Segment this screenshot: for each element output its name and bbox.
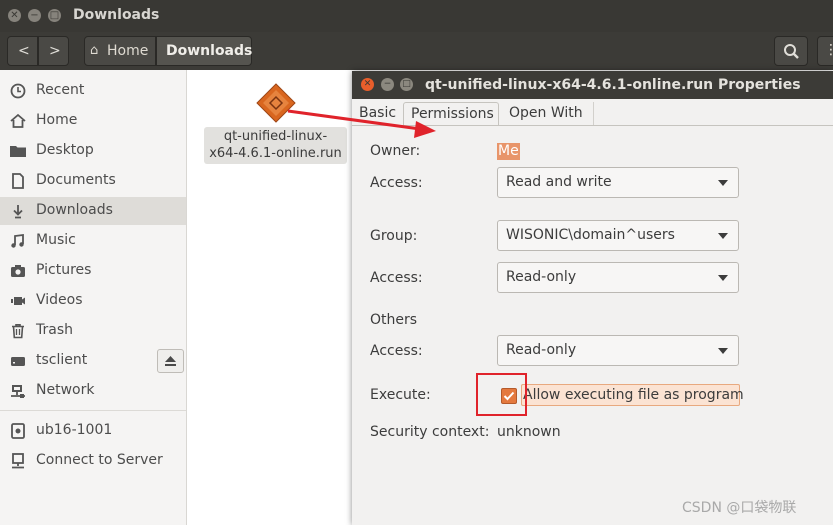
annotation-highlight-box [476, 373, 527, 416]
annotation-arrow [287, 109, 436, 138]
watermark-text: CSDN @口袋物联 [682, 500, 797, 516]
